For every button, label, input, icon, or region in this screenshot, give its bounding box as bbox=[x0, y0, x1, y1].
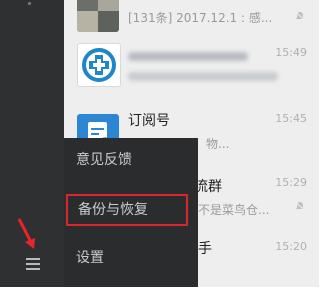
menu-item-settings[interactable]: 设置 bbox=[64, 238, 198, 278]
chat-name: 手 bbox=[198, 241, 212, 257]
chat-item[interactable]: 15:49 bbox=[64, 36, 319, 106]
menu-item-backup-restore[interactable]: 备份与恢复 bbox=[66, 194, 188, 226]
mute-bell-icon bbox=[295, 11, 305, 21]
blurred-chat-name bbox=[128, 52, 248, 61]
chat-name: 流群 bbox=[194, 179, 222, 195]
mute-bell-icon bbox=[295, 201, 305, 211]
hamburger-menu-icon[interactable] bbox=[26, 258, 40, 270]
menu-item-feedback[interactable]: 意见反馈 bbox=[64, 140, 198, 180]
chat-time: 15:49 bbox=[275, 46, 307, 59]
group-photo-avatar bbox=[77, 0, 119, 32]
settings-popup-menu: 意见反馈 备份与恢复 设置 bbox=[64, 138, 198, 287]
chat-time: 15:20 bbox=[275, 240, 307, 253]
chat-time: 15:45 bbox=[275, 112, 307, 125]
chat-preview: [131条] 2017.12.1 : 感... bbox=[128, 11, 273, 25]
sidebar bbox=[0, 0, 64, 287]
chat-preview: 不是菜鸟仓... bbox=[198, 203, 270, 217]
blue-cross-logo-avatar bbox=[77, 43, 121, 87]
red-arrow-annotation-icon bbox=[17, 218, 35, 249]
chat-name: 订阅号 bbox=[128, 113, 170, 129]
blurred-chat-preview bbox=[128, 72, 278, 81]
sidebar-more-dot bbox=[28, 2, 31, 5]
chat-time: 15:29 bbox=[275, 176, 307, 189]
